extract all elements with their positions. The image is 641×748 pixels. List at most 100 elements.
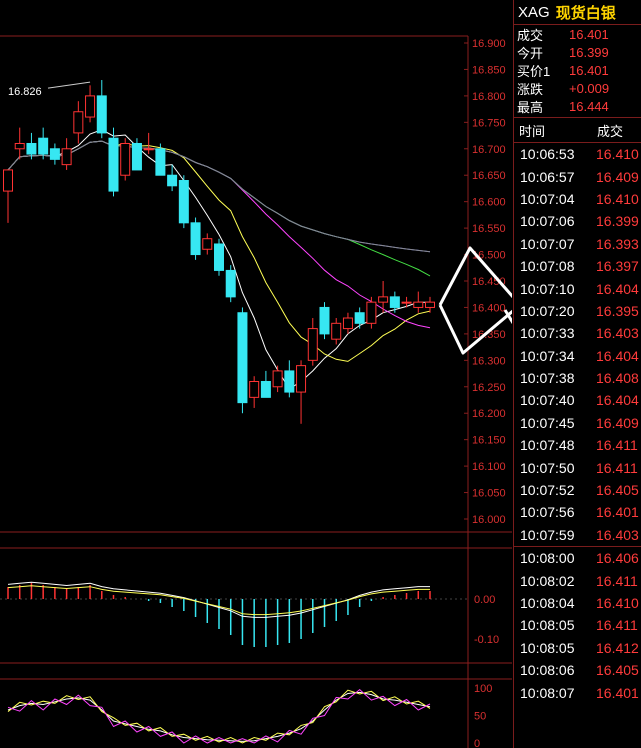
tick-time: 10:07:40: [520, 392, 575, 409]
tick-row: 10:07:06 16.399: [514, 210, 641, 232]
y-tick-label: 16.150: [472, 435, 506, 447]
y-tick-label: 16.850: [472, 64, 506, 76]
symbol-name: 现货白银: [555, 4, 616, 22]
tick-row: 10:07:07 16.393: [514, 233, 641, 255]
candle-body: [14, 142, 25, 150]
tick-time: 10:07:06: [520, 213, 575, 230]
candle-body: [284, 370, 295, 393]
high-annotation: 16.826: [8, 86, 42, 98]
tick-price: 16.403: [596, 325, 639, 342]
tick-row: 10:07:34 16.404: [514, 345, 641, 367]
candle-body: [49, 148, 60, 160]
tick-row: 10:07:52 16.405: [514, 479, 641, 501]
candle-body: [342, 317, 353, 330]
tick-time: 10:06:53: [520, 146, 575, 163]
tick-time: 10:07:04: [520, 190, 575, 207]
quote-label: 最高: [517, 99, 544, 115]
tick-row: 10:06:57 16.409: [514, 165, 641, 187]
y-tick-label: 16.100: [472, 461, 506, 473]
tick-row: 10:07:38 16.408: [514, 367, 641, 389]
kdj-y-label: 100: [474, 683, 492, 695]
tick-time: 10:07:07: [520, 235, 575, 252]
quote-row: 买价1 16.401: [514, 61, 641, 79]
tick-row: 10:08:05 16.411: [514, 614, 641, 636]
candle-body: [225, 269, 236, 298]
kline-chart-svg[interactable]: 16.900 16.850 16.800 16.750 16.700 16.650 16.6…: [0, 0, 512, 748]
tick-time-header: 时间: [519, 123, 546, 139]
candle-body: [366, 301, 377, 324]
candle-body: [143, 148, 154, 151]
candle-body: [214, 243, 224, 271]
tick-row: 10:07:56 16.401: [514, 501, 641, 523]
tick-time: 10:07:08: [520, 258, 575, 275]
y-tick-label: 16.900: [472, 38, 506, 50]
tick-time: 10:07:10: [520, 280, 575, 297]
y-tick-label: 16.750: [472, 117, 506, 129]
tick-price: 16.411: [596, 459, 638, 476]
candle-body: [108, 137, 119, 192]
tick-time: 10:08:04: [520, 595, 575, 611]
quote-row: 今开 16.399: [514, 43, 641, 61]
tick-price: 16.404: [596, 347, 639, 364]
tick-price: 16.395: [596, 302, 639, 319]
tick-row: 10:07:08 16.397: [514, 255, 641, 277]
tick-row: 10:07:45 16.409: [514, 412, 641, 434]
candle-body: [178, 180, 189, 224]
tick-price: 16.401: [596, 504, 639, 521]
tick-time: 10:08:05: [520, 617, 575, 634]
quote-row: 最高 16.444: [514, 97, 641, 115]
tick-price: 16.399: [596, 213, 639, 230]
quote-value: 16.444: [569, 98, 609, 114]
y-tick-label: 16.400: [472, 302, 506, 314]
y-tick-label: 16.050: [472, 488, 506, 500]
tick-row: 10:07:40 16.404: [514, 389, 641, 411]
tick-row: 10:08:04 16.410: [514, 592, 641, 614]
candle-body: [237, 312, 248, 404]
candle-body: [120, 142, 131, 176]
tick-price: 16.411: [596, 572, 638, 589]
tick-list-header: 时间 成交: [514, 117, 641, 143]
tick-time: 10:07:34: [520, 347, 575, 364]
tick-price: 16.409: [596, 414, 639, 431]
candle-body: [3, 169, 13, 192]
tick-price: 16.410: [596, 595, 639, 611]
tick-price: 16.406: [596, 550, 639, 567]
tick-row: 10:07:33 16.403: [514, 322, 641, 344]
quote-summary: 成交 16.401 今开 16.399 买价1 16.401 涨跌 +0.009 最高 16.44…: [514, 25, 641, 115]
tick-row: 10:08:06 16.405: [514, 659, 641, 681]
tick-time: 10:08:02: [520, 572, 575, 589]
candle-body: [249, 380, 260, 398]
drawn-arrow: [503, 309, 512, 325]
tick-price: 16.404: [596, 280, 639, 297]
tick-row: 10:07:50 16.411: [514, 456, 641, 478]
y-tick-label: 16.550: [472, 223, 506, 235]
tick-time: 10:08:05: [520, 639, 575, 656]
candle-body: [26, 142, 37, 155]
kdj-line: [7, 691, 431, 742]
candle-body: [131, 142, 142, 171]
tick-price: 16.410: [596, 146, 639, 163]
quote-value: +0.009: [569, 80, 610, 96]
candle-body: [85, 95, 96, 118]
tick-list[interactable]: 10:06:53 16.410 10:06:57 16.409 10:07:04 16.4…: [514, 143, 641, 704]
tick-row: 10:08:07 16.401: [514, 681, 641, 703]
tick-price: 16.397: [596, 258, 639, 275]
candle-body: [413, 301, 424, 308]
kdj-y-label: 50: [474, 711, 486, 723]
tick-price: 16.411: [596, 437, 638, 454]
high-annotation-line: [47, 81, 91, 89]
candle-body: [331, 322, 342, 340]
macd-y-label: -0.10: [474, 634, 499, 646]
tick-time: 10:07:56: [520, 504, 575, 521]
y-tick-label: 16.200: [472, 408, 506, 420]
tick-price: 16.410: [596, 190, 639, 207]
tick-time: 10:07:33: [520, 325, 575, 342]
quote-label: 成交: [517, 27, 544, 43]
y-tick-label: 16.700: [472, 144, 506, 156]
candle-body: [190, 222, 201, 256]
kline-chart-panel[interactable]: 16.900 16.850 16.800 16.750 16.700 16.650 16.6…: [0, 0, 512, 748]
tick-price: 16.405: [596, 662, 639, 679]
tick-price: 16.403: [596, 526, 639, 543]
quote-label: 买价1: [517, 63, 551, 79]
tick-row: 10:07:04 16.410: [514, 188, 641, 210]
